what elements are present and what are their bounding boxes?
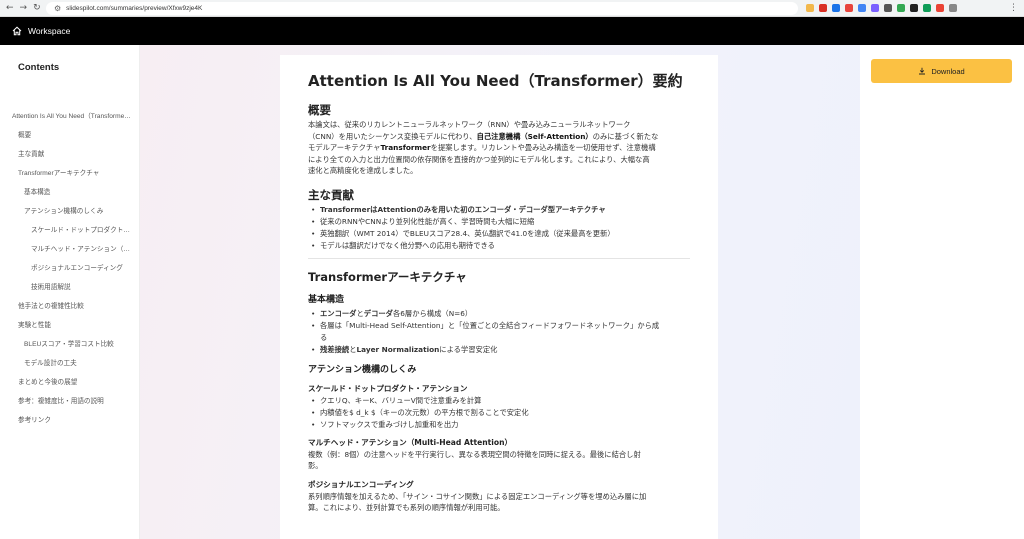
pe-text: 系列順序情報を加えるため、「サイン・コサイン関数」による固定エンコーディング等を… [308, 491, 647, 501]
pe-heading: ポジショナルエンコーディング [308, 479, 414, 489]
sdpa-heading: スケールド・ドットプロダクト・アテンション [308, 383, 468, 393]
contents-heading: Contents [18, 62, 60, 73]
list-item: ソフトマックスで重みづけし加重和を出力 [308, 419, 690, 431]
emphasis-text: 残差接続 [320, 344, 350, 354]
emphasis-text: Layer Normalization [356, 344, 440, 354]
attention-mechanism-heading: アテンション機構のしくみ [308, 364, 417, 375]
toc-item[interactable]: 技術用語解説 [0, 278, 140, 297]
list-item: TransformerはAttentionのみを用いた初のエンコーダ・デコーダ型… [308, 204, 690, 216]
section-divider [308, 257, 690, 259]
mha-paragraph: 複数（例：8個）の注意ヘッドを平行実行し、異なる表現空間の特徴を同時に捉える。最… [308, 449, 690, 472]
list-item: 残差接続とLayer Normalizationによる学習安定化 [308, 344, 690, 356]
section-arch-heading: Transformerアーキテクチャ [308, 269, 467, 284]
sdpa-list: クエリQ、キーK、バリューV間で注意重みを計算 内積値を$ d_k $（キーの次… [308, 395, 690, 431]
list-item: エンコーダとデコーダ各6層から構成（N=6） [308, 308, 690, 320]
browser-menu-icon[interactable]: ⋮ [1009, 3, 1018, 13]
app-header: Workspace [0, 17, 1024, 45]
list-item: モデルは翻訳だけでなく他分野への応用も期待できる [308, 240, 690, 252]
toc-item[interactable]: まとめと今後の展望 [0, 373, 140, 392]
list-item: 内積値を$ d_k $（キーの次元数）の平方根で割ることで安定化 [308, 407, 690, 419]
toc-item[interactable]: 実験と性能 [0, 316, 140, 335]
pe-paragraph: 系列順序情報を加えるため、「サイン・コサイン関数」による固定エンコーディング等を… [308, 491, 690, 514]
mha-text: 影。 [308, 461, 323, 470]
extension-icon[interactable] [923, 4, 931, 12]
overview-text: のみに基づく新たな [592, 131, 659, 141]
list-text: と [356, 308, 364, 318]
toc-item[interactable]: 概要 [0, 126, 140, 145]
list-text: 各層は「Multi-Head Self-Attention」と「位置ごとの全結合… [320, 320, 660, 330]
toc-item[interactable]: 基本構造 [0, 183, 140, 202]
list-item: 英独翻訳（WMT 2014）でBLEUスコア28.4、英仏翻訳で41.0を達成（… [308, 228, 690, 240]
list-text: る [320, 332, 328, 342]
forward-arrow-icon[interactable]: → [20, 3, 28, 13]
site-info-icon[interactable]: ⚙ [54, 4, 61, 13]
emphasis-text: デコーダ [363, 308, 393, 318]
pe-text: 算。これにより、並列計算でも系列の順序情報が利用可能。 [308, 503, 505, 512]
extension-icon[interactable] [819, 4, 827, 12]
download-button[interactable]: Download [871, 59, 1012, 83]
list-text: 各6層から構成（N=6） [392, 308, 473, 318]
overview-text: 速化と高精度化を達成しました。 [308, 166, 418, 175]
toc-item[interactable]: 参考：複雑度比・用語の説明 [0, 392, 140, 411]
overview-text: （CNN）を用いたシーケンス変換モデルに代わり、 [308, 131, 477, 141]
article-title: Attention Is All You Need（Transformer）要約 [308, 72, 683, 90]
toc-item[interactable]: ポジショナルエンコーディング [0, 259, 140, 278]
extension-icon[interactable] [936, 4, 944, 12]
extension-icon[interactable] [858, 4, 866, 12]
address-bar[interactable]: ⚙ slidespilot.com/summaries/preview/Xfxw… [46, 1, 798, 15]
toc-item[interactable]: Transformerアーキテクチャ [0, 164, 140, 183]
reload-icon[interactable]: ↻ [33, 3, 41, 13]
overview-emphasis: 自己注意機構（Self-Attention） [476, 131, 593, 141]
toc-item[interactable]: Attention Is All You Need（Transformer）要約 [0, 107, 140, 126]
overview-paragraph: 本論文は、従来のリカレントニューラルネットワーク（RNN）や畳み込みニューラルネ… [308, 119, 690, 177]
toc-item[interactable]: BLEUスコア・学習コスト比較 [0, 335, 140, 354]
section-contrib-heading: 主な貢献 [308, 187, 354, 202]
toc-item[interactable]: アテンション機構のしくみ [0, 202, 140, 221]
toc-item[interactable]: マルチヘッド・アテンション（Multi-Head Attention） [0, 240, 140, 259]
list-item: 各層は「Multi-Head Self-Attention」と「位置ごとの全結合… [308, 320, 690, 344]
article-card: Attention Is All You Need（Transformer）要約… [280, 55, 718, 539]
overview-emphasis: Transformer [380, 143, 431, 152]
mha-text: 複数（例：8個）の注意ヘッドを平行実行し、異なる表現空間の特徴を同時に捉える。最… [308, 449, 641, 459]
back-arrow-icon[interactable]: ← [6, 3, 14, 13]
right-panel: Download [860, 45, 1024, 539]
extension-icon[interactable] [806, 4, 814, 12]
toc-list: Attention Is All You Need（Transformer）要約… [0, 107, 140, 430]
toc-item[interactable]: 主な貢献 [0, 145, 140, 164]
extension-icon[interactable] [845, 4, 853, 12]
download-icon [919, 67, 926, 75]
overview-text: モデルアーキテクチャ [308, 143, 381, 152]
mha-heading: マルチヘッド・アテンション（Multi-Head Attention） [308, 437, 513, 447]
list-text: による学習安定化 [439, 344, 498, 354]
address-url: slidespilot.com/summaries/preview/Xfxw9z… [66, 4, 203, 12]
extension-icon[interactable] [871, 4, 879, 12]
overview-text: を提案します。リカレントや畳み込み構造を一切使用せず、注意機構 [430, 143, 656, 152]
workspace-link[interactable]: Workspace [28, 26, 70, 36]
contrib-list: TransformerはAttentionのみを用いた初のエンコーダ・デコーダ型… [308, 204, 690, 252]
download-label: Download [931, 66, 965, 76]
extension-icon[interactable] [832, 4, 840, 12]
extension-icon[interactable] [897, 4, 905, 12]
toc-item[interactable]: 他手法との複雑性比較 [0, 297, 140, 316]
contents-sidebar: Contents Attention Is All You Need（Trans… [0, 45, 140, 539]
section-overview-heading: 概要 [308, 103, 331, 117]
home-icon[interactable] [12, 26, 22, 36]
extension-icon[interactable] [884, 4, 892, 12]
list-item: クエリQ、キーK、バリューV間で注意重みを計算 [308, 395, 690, 407]
toc-item[interactable]: スケールド・ドットプロダクト・アテンション [0, 221, 140, 240]
extension-icon[interactable] [949, 4, 957, 12]
toc-item[interactable]: 参考リンク [0, 411, 140, 430]
toc-item[interactable]: モデル設計の工夫 [0, 354, 140, 373]
browser-toolbar: ← → ↻ ⚙ slidespilot.com/summaries/previe… [0, 0, 1024, 17]
basic-structure-heading: 基本構造 [308, 294, 345, 305]
overview-text: により全ての入力と出力位置間の依存関係を直接的かつ並列的にモデル化します。これに… [308, 154, 650, 164]
contrib-item-text: TransformerはAttentionのみを用いた初のエンコーダ・デコーダ型… [320, 204, 606, 214]
extensions-bar [806, 4, 957, 12]
list-item: 従来のRNNやCNNより並列化性能が高く、学習時間も大幅に短縮 [308, 216, 690, 228]
extension-icon[interactable] [910, 4, 918, 12]
overview-text: 本論文は、従来のリカレントニューラルネットワーク（RNN）や畳み込みニューラルネ… [308, 120, 631, 129]
browser-nav: ← → ↻ [0, 3, 44, 13]
emphasis-text: エンコーダ [320, 308, 357, 318]
basic-structure-list: エンコーダとデコーダ各6層から構成（N=6） 各層は「Multi-Head Se… [308, 308, 690, 356]
